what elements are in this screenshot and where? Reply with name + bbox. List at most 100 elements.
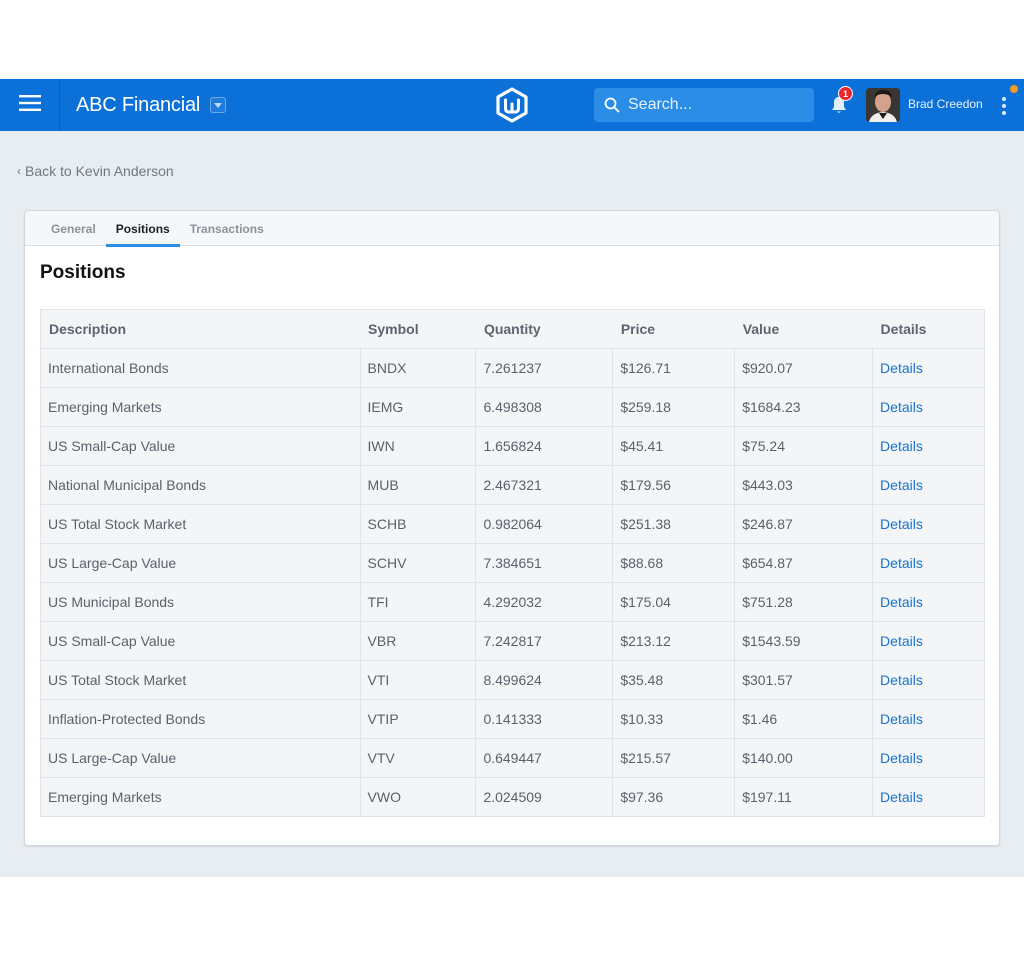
cell-quantity: 7.261237 (475, 348, 614, 388)
app-title: ABC Financial (76, 93, 201, 116)
cell-description: Emerging Markets (40, 777, 361, 817)
cell-price: $215.57 (612, 738, 736, 778)
cell-details: Details (872, 504, 985, 544)
cell-symbol: TFI (359, 582, 477, 622)
cell-symbol: VBR (359, 621, 477, 661)
chevron-left-icon: ‹ (17, 164, 21, 178)
cell-symbol: SCHV (359, 543, 477, 583)
tab-positions[interactable]: Positions (105, 211, 180, 247)
cell-value: $654.87 (734, 543, 874, 583)
cell-price: $259.18 (612, 387, 736, 427)
cell-details: Details (872, 387, 985, 427)
cell-price: $175.04 (612, 582, 736, 622)
user-avatar[interactable] (866, 88, 900, 122)
user-name[interactable]: Brad Creedon (908, 97, 983, 111)
cell-details: Details (872, 738, 985, 778)
table-row: US Municipal Bonds TFI 4.292032 $175.04 $751… (40, 582, 985, 622)
cell-quantity: 0.649447 (475, 738, 614, 778)
chevron-down-icon (214, 102, 223, 108)
table-row: US Small-Cap Value IWN 1.656824 $45.41 $75.2… (40, 426, 985, 466)
cell-price: $126.71 (612, 348, 736, 388)
cell-quantity: 0.141333 (475, 699, 614, 739)
cell-symbol: IEMG (359, 387, 477, 427)
brand-logo-icon[interactable] (494, 87, 530, 123)
search-box[interactable] (594, 88, 814, 122)
back-link-label: Back to Kevin Anderson (25, 163, 174, 179)
cell-price: $45.41 (612, 426, 736, 466)
details-link[interactable]: Details (880, 789, 923, 805)
table-row: US Total Stock Market VTI 8.499624 $35.48 $3… (40, 660, 985, 700)
cell-quantity: 6.498308 (475, 387, 614, 427)
positions-table: Description Symbol Quantity Price Value … (40, 309, 985, 817)
details-link[interactable]: Details (880, 594, 923, 610)
column-header-symbol[interactable]: Symbol (360, 309, 476, 349)
top-navbar: ABC Financial 1 Brad Creedon (0, 79, 1024, 131)
cell-details: Details (872, 465, 985, 505)
cell-price: $251.38 (612, 504, 736, 544)
cell-value: $301.57 (734, 660, 874, 700)
cell-price: $179.56 (612, 465, 736, 505)
cell-quantity: 8.499624 (475, 660, 614, 700)
cell-quantity: 7.242817 (475, 621, 614, 661)
cell-description: US Municipal Bonds (40, 582, 361, 622)
app-switcher-dropdown[interactable] (210, 97, 227, 113)
cell-description: US Small-Cap Value (40, 426, 361, 466)
column-header-quantity[interactable]: Quantity (475, 309, 613, 349)
details-link[interactable]: Details (880, 633, 923, 649)
table-row: US Large-Cap Value SCHV 7.384651 $88.68 $654… (40, 543, 985, 583)
cell-quantity: 0.982064 (475, 504, 614, 544)
dot-icon (1002, 97, 1006, 101)
cell-symbol: MUB (359, 465, 477, 505)
cell-price: $35.48 (612, 660, 736, 700)
table-row: US Small-Cap Value VBR 7.242817 $213.12 $154… (40, 621, 985, 661)
cell-details: Details (872, 582, 985, 622)
tab-general[interactable]: General (41, 211, 106, 246)
details-link[interactable]: Details (880, 438, 923, 454)
table-row: Emerging Markets VWO 2.024509 $97.36 $197.11… (40, 777, 985, 817)
cell-description: Emerging Markets (40, 387, 361, 427)
positions-card: General Positions Transactions Positions… (24, 210, 1000, 846)
cell-details: Details (872, 660, 985, 700)
tab-transactions[interactable]: Transactions (180, 211, 274, 246)
menu-button[interactable] (0, 79, 60, 131)
cell-symbol: VTIP (359, 699, 477, 739)
table-row: US Large-Cap Value VTV 0.649447 $215.57 $140… (40, 738, 985, 778)
details-link[interactable]: Details (880, 711, 923, 727)
back-link[interactable]: ‹ Back to Kevin Anderson (17, 163, 174, 179)
cell-description: International Bonds (40, 348, 361, 388)
cell-price: $97.36 (612, 777, 736, 817)
cell-quantity: 2.467321 (475, 465, 614, 505)
column-header-price[interactable]: Price (612, 309, 735, 349)
search-input[interactable] (628, 96, 798, 114)
cell-quantity: 1.656824 (475, 426, 614, 466)
cell-value: $246.87 (734, 504, 874, 544)
cell-description: Inflation-Protected Bonds (40, 699, 361, 739)
details-link[interactable]: Details (880, 750, 923, 766)
cell-quantity: 4.292032 (475, 582, 614, 622)
details-link[interactable]: Details (880, 399, 923, 415)
table-header-row: Description Symbol Quantity Price Value … (40, 309, 985, 349)
cell-value: $920.07 (734, 348, 874, 388)
cell-quantity: 7.384651 (475, 543, 614, 583)
cell-description: US Total Stock Market (40, 660, 361, 700)
column-header-description[interactable]: Description (40, 309, 361, 349)
hamburger-icon (18, 94, 41, 116)
table-row: US Total Stock Market SCHB 0.982064 $251.38… (40, 504, 985, 544)
column-header-value[interactable]: Value (734, 309, 873, 349)
details-link[interactable]: Details (880, 477, 923, 493)
details-link[interactable]: Details (880, 360, 923, 376)
details-link[interactable]: Details (880, 555, 923, 571)
details-link[interactable]: Details (880, 672, 923, 688)
table-body: International Bonds BNDX 7.261237 $126.71 $9… (40, 348, 985, 817)
table-row: Emerging Markets IEMG 6.498308 $259.18 $1684… (40, 387, 985, 427)
cell-symbol: VTV (359, 738, 477, 778)
cell-value: $1.46 (734, 699, 874, 739)
cell-description: US Small-Cap Value (40, 621, 361, 661)
details-link[interactable]: Details (880, 516, 923, 532)
more-options-button[interactable] (998, 94, 1010, 118)
cell-value: $197.11 (734, 777, 874, 817)
status-indicator (1010, 85, 1018, 93)
table-row: International Bonds BNDX 7.261237 $126.71 $9… (40, 348, 985, 388)
column-header-details: Details (872, 309, 985, 349)
cell-details: Details (872, 699, 985, 739)
